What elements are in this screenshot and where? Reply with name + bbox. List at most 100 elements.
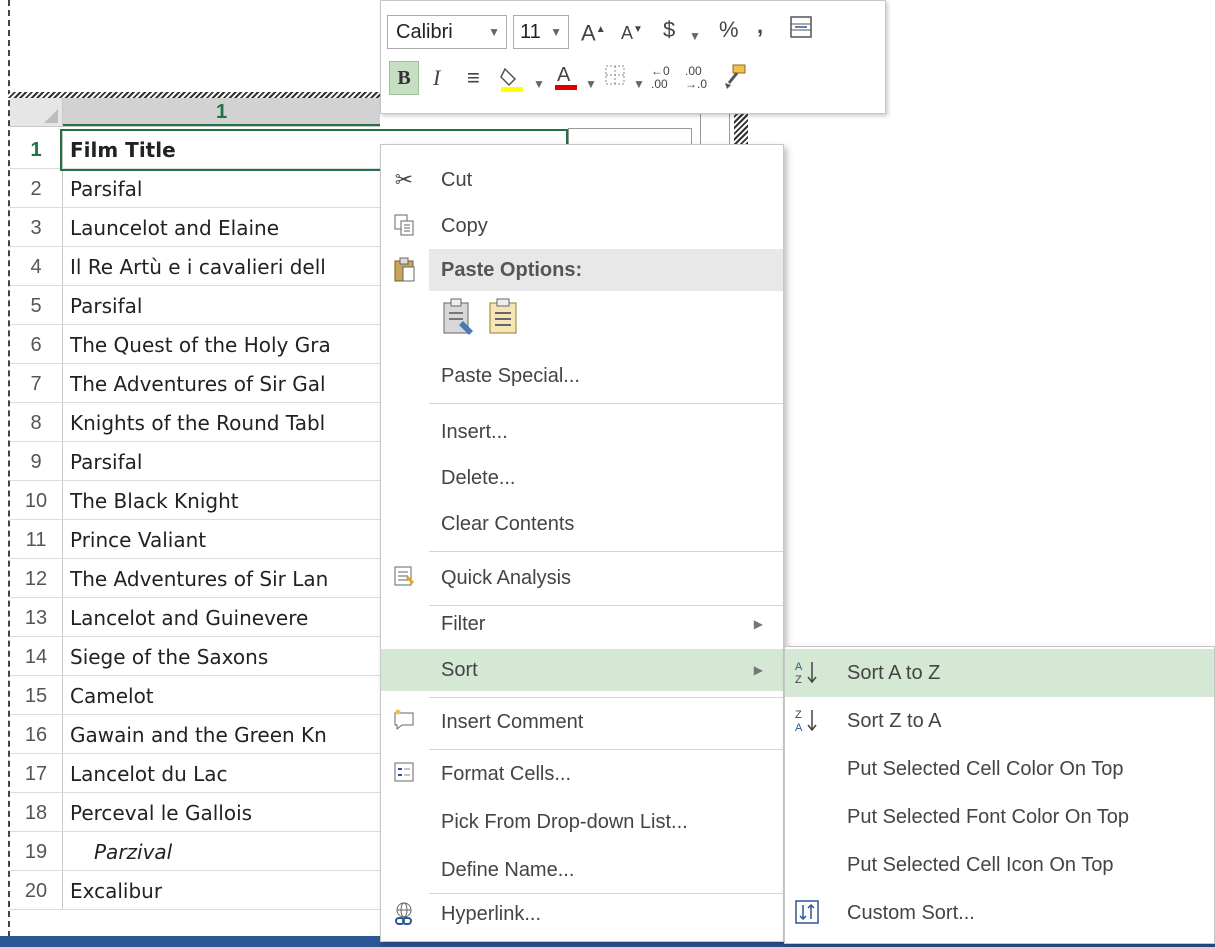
fill-color-icon[interactable]	[497, 63, 527, 101]
row-number[interactable]: 8	[10, 403, 63, 441]
align-center-icon[interactable]: ≡	[467, 63, 480, 93]
table-row[interactable]: 11 Prince Valiant	[10, 520, 380, 559]
table-row[interactable]: 8 Knights of the Round Tabl	[10, 403, 380, 442]
row-number[interactable]: 11	[10, 520, 63, 558]
table-row[interactable]: 20 Excalibur	[10, 871, 380, 910]
chevron-down-icon[interactable]: ▼	[585, 69, 597, 99]
wrap-text-icon[interactable]	[789, 15, 813, 47]
menu-item-define-name[interactable]: Define Name...	[381, 849, 783, 891]
font-name-box[interactable]: Calibri ▼	[387, 15, 507, 49]
cell[interactable]: Excalibur	[70, 871, 380, 909]
font-color-icon[interactable]: A	[553, 61, 579, 99]
row-number[interactable]: 18	[10, 793, 63, 831]
row-number[interactable]: 7	[10, 364, 63, 402]
menu-item-pick-from-list[interactable]: Pick From Drop-down List...	[381, 801, 783, 843]
comma-style-button[interactable]: ,	[757, 11, 763, 41]
cell[interactable]: Knights of the Round Tabl	[70, 403, 380, 441]
menu-item-copy[interactable]: Copy	[381, 205, 783, 247]
cell[interactable]: Parsifal	[70, 286, 380, 324]
row-number[interactable]: 5	[10, 286, 63, 324]
format-painter-icon[interactable]	[721, 63, 749, 99]
row-number[interactable]: 4	[10, 247, 63, 285]
menu-item-cell-color-on-top[interactable]: Put Selected Cell Color On Top	[785, 745, 1214, 793]
row-number[interactable]: 3	[10, 208, 63, 246]
row-number[interactable]: 20	[10, 871, 63, 909]
cell[interactable]: Siege of the Saxons	[70, 637, 380, 675]
cell[interactable]: Parsifal	[70, 169, 380, 207]
chevron-down-icon[interactable]: ▼	[633, 69, 645, 99]
row-number[interactable]: 12	[10, 559, 63, 597]
row-number[interactable]: 13	[10, 598, 63, 636]
row-number[interactable]: 14	[10, 637, 63, 675]
cell[interactable]: The Quest of the Holy Gra	[70, 325, 380, 363]
cell[interactable]: Lancelot du Lac	[70, 754, 380, 792]
table-row[interactable]: 13 Lancelot and Guinevere	[10, 598, 380, 637]
table-row[interactable]: 7 The Adventures of Sir Gal	[10, 364, 380, 403]
row-number[interactable]: 17	[10, 754, 63, 792]
cell[interactable]: Gawain and the Green Kn	[70, 715, 380, 753]
table-row[interactable]: 9 Parsifal	[10, 442, 380, 481]
menu-item-font-color-on-top[interactable]: Put Selected Font Color On Top	[785, 793, 1214, 841]
currency-format-button[interactable]: $	[663, 15, 675, 45]
menu-item-hyperlink[interactable]: Hyperlink...	[381, 893, 783, 935]
table-row[interactable]: 12 The Adventures of Sir Lan	[10, 559, 380, 598]
table-row[interactable]: 4 Il Re Artù e i cavalieri dell	[10, 247, 380, 286]
row-number[interactable]: 2	[10, 169, 63, 207]
menu-item-format-cells[interactable]: Format Cells...	[381, 753, 783, 795]
table-row[interactable]: 18 Perceval le Gallois	[10, 793, 380, 832]
percent-format-button[interactable]: %	[719, 15, 739, 45]
cell[interactable]: The Black Knight	[70, 481, 380, 519]
table-row[interactable]: 10 The Black Knight	[10, 481, 380, 520]
table-row[interactable]: 5 Parsifal	[10, 286, 380, 325]
menu-item-sort[interactable]: Sort ▶	[381, 649, 783, 691]
menu-item-filter[interactable]: Filter ▶	[381, 603, 783, 645]
row-number[interactable]: 1	[10, 130, 63, 168]
menu-item-insert[interactable]: Insert...	[381, 411, 783, 453]
cell[interactable]: The Adventures of Sir Lan	[70, 559, 380, 597]
decrease-decimal-icon[interactable]: .00 →.0	[685, 65, 707, 91]
table-row[interactable]: 19 Parzival	[10, 832, 380, 871]
menu-item-sort-a-to-z[interactable]: AZ Sort A to Z	[785, 649, 1214, 697]
cell[interactable]: Prince Valiant	[70, 520, 380, 558]
borders-icon[interactable]	[603, 63, 627, 95]
font-size-box[interactable]: 11 ▼	[513, 15, 569, 49]
cell[interactable]: The Adventures of Sir Gal	[70, 364, 380, 402]
select-all-corner[interactable]	[10, 98, 63, 126]
menu-item-delete[interactable]: Delete...	[381, 457, 783, 499]
row-number[interactable]: 9	[10, 442, 63, 480]
decrease-font-size-icon[interactable]: A▼	[621, 15, 643, 48]
increase-font-size-icon[interactable]: A▲	[581, 15, 606, 48]
row-number[interactable]: 10	[10, 481, 63, 519]
cell[interactable]: Lancelot and Guinevere	[70, 598, 380, 636]
row-number[interactable]: 6	[10, 325, 63, 363]
chevron-down-icon[interactable]: ▼	[488, 16, 500, 48]
increase-decimal-icon[interactable]: ←0.00	[651, 65, 670, 91]
table-row[interactable]: 17 Lancelot du Lac	[10, 754, 380, 793]
chevron-down-icon[interactable]: ▼	[533, 69, 545, 99]
table-row[interactable]: 15 Camelot	[10, 676, 380, 715]
menu-item-paste-special[interactable]: Paste Special...	[381, 355, 783, 397]
menu-item-quick-analysis[interactable]: Quick Analysis	[381, 557, 783, 599]
column-header-1[interactable]: 1	[63, 98, 380, 126]
menu-item-cut[interactable]: ✂ Cut	[381, 159, 783, 201]
row-number[interactable]: 19	[10, 832, 63, 870]
table-row[interactable]: 14 Siege of the Saxons	[10, 637, 380, 676]
italic-button[interactable]: I	[433, 63, 440, 93]
chevron-down-icon[interactable]: ▼	[550, 16, 562, 48]
cell[interactable]: Perceval le Gallois	[70, 793, 380, 831]
row-number[interactable]: 16	[10, 715, 63, 753]
paste-formatting-icon[interactable]	[441, 297, 475, 337]
menu-item-sort-z-to-a[interactable]: ZA Sort Z to A	[785, 697, 1214, 745]
paste-values-icon[interactable]	[487, 297, 521, 337]
table-row[interactable]: 16 Gawain and the Green Kn	[10, 715, 380, 754]
table-row[interactable]: 3 Launcelot and Elaine	[10, 208, 380, 247]
cell[interactable]: Il Re Artù e i cavalieri dell	[70, 247, 380, 285]
chevron-down-icon[interactable]: ▼	[689, 21, 701, 51]
menu-item-cell-icon-on-top[interactable]: Put Selected Cell Icon On Top	[785, 841, 1214, 889]
menu-item-insert-comment[interactable]: Insert Comment	[381, 701, 783, 743]
menu-item-clear-contents[interactable]: Clear Contents	[381, 503, 783, 545]
cell[interactable]: Launcelot and Elaine	[70, 208, 380, 246]
cell[interactable]: Parzival	[70, 832, 380, 870]
table-row[interactable]: 6 The Quest of the Holy Gra	[10, 325, 380, 364]
row-number[interactable]: 15	[10, 676, 63, 714]
